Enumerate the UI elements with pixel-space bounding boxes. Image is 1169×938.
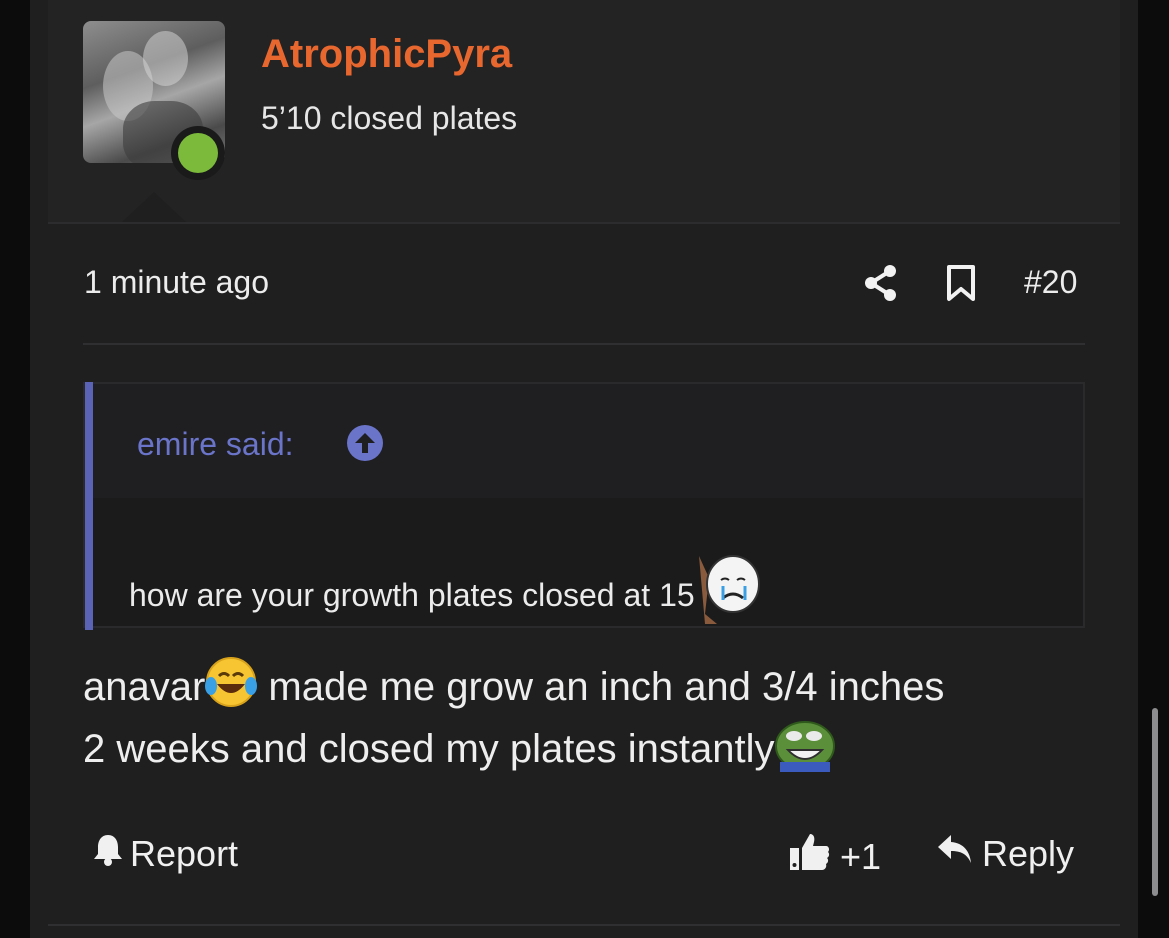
- reply-arrow-icon: [936, 832, 974, 875]
- post-timestamp[interactable]: 1 minute ago: [84, 264, 269, 301]
- bell-icon: [92, 832, 124, 875]
- reply-label: Reply: [982, 832, 1075, 874]
- quote-accent-bar: [85, 382, 93, 630]
- share-icon[interactable]: [863, 264, 899, 302]
- reply-button[interactable]: Reply: [936, 832, 1074, 875]
- bottom-divider: [48, 924, 1120, 926]
- report-label: Report: [130, 832, 239, 874]
- pepe-laugh-icon: [774, 718, 836, 772]
- body-text-part1: anavar: [83, 665, 206, 709]
- quote-text-line: how are your growth plates closed at 15: [129, 554, 761, 624]
- header-caret: [122, 192, 186, 222]
- crying-face-icon: [695, 554, 761, 624]
- report-button[interactable]: Report: [92, 832, 238, 875]
- quote-author[interactable]: emire said:: [137, 426, 294, 463]
- quote-block: emire said: how are your growth plates c…: [83, 382, 1085, 630]
- bookmark-icon[interactable]: [944, 264, 978, 302]
- thumbs-up-icon: [788, 832, 830, 881]
- username[interactable]: AtrophicPyra: [261, 32, 512, 77]
- tears-of-joy-icon: [205, 656, 258, 708]
- divider: [83, 343, 1085, 345]
- arrow-up-icon[interactable]: [347, 425, 383, 461]
- post-body: anavar made me grow an inch and 3/4 inch…: [83, 656, 1103, 780]
- online-status-indicator: [171, 126, 225, 180]
- post-number[interactable]: #20: [1024, 264, 1077, 301]
- like-count: +1: [840, 835, 882, 877]
- quote-header: emire said:: [93, 384, 1083, 498]
- quote-text: how are your growth plates closed at 15: [129, 577, 695, 613]
- scrollbar[interactable]: [1152, 708, 1158, 896]
- like-button[interactable]: +1: [788, 832, 881, 881]
- body-text-part3: 2 weeks and closed my plates instantly: [83, 727, 775, 771]
- user-title: 5’10 closed plates: [261, 100, 518, 136]
- body-text-part2: made me grow an inch and 3/4 inches: [257, 665, 945, 709]
